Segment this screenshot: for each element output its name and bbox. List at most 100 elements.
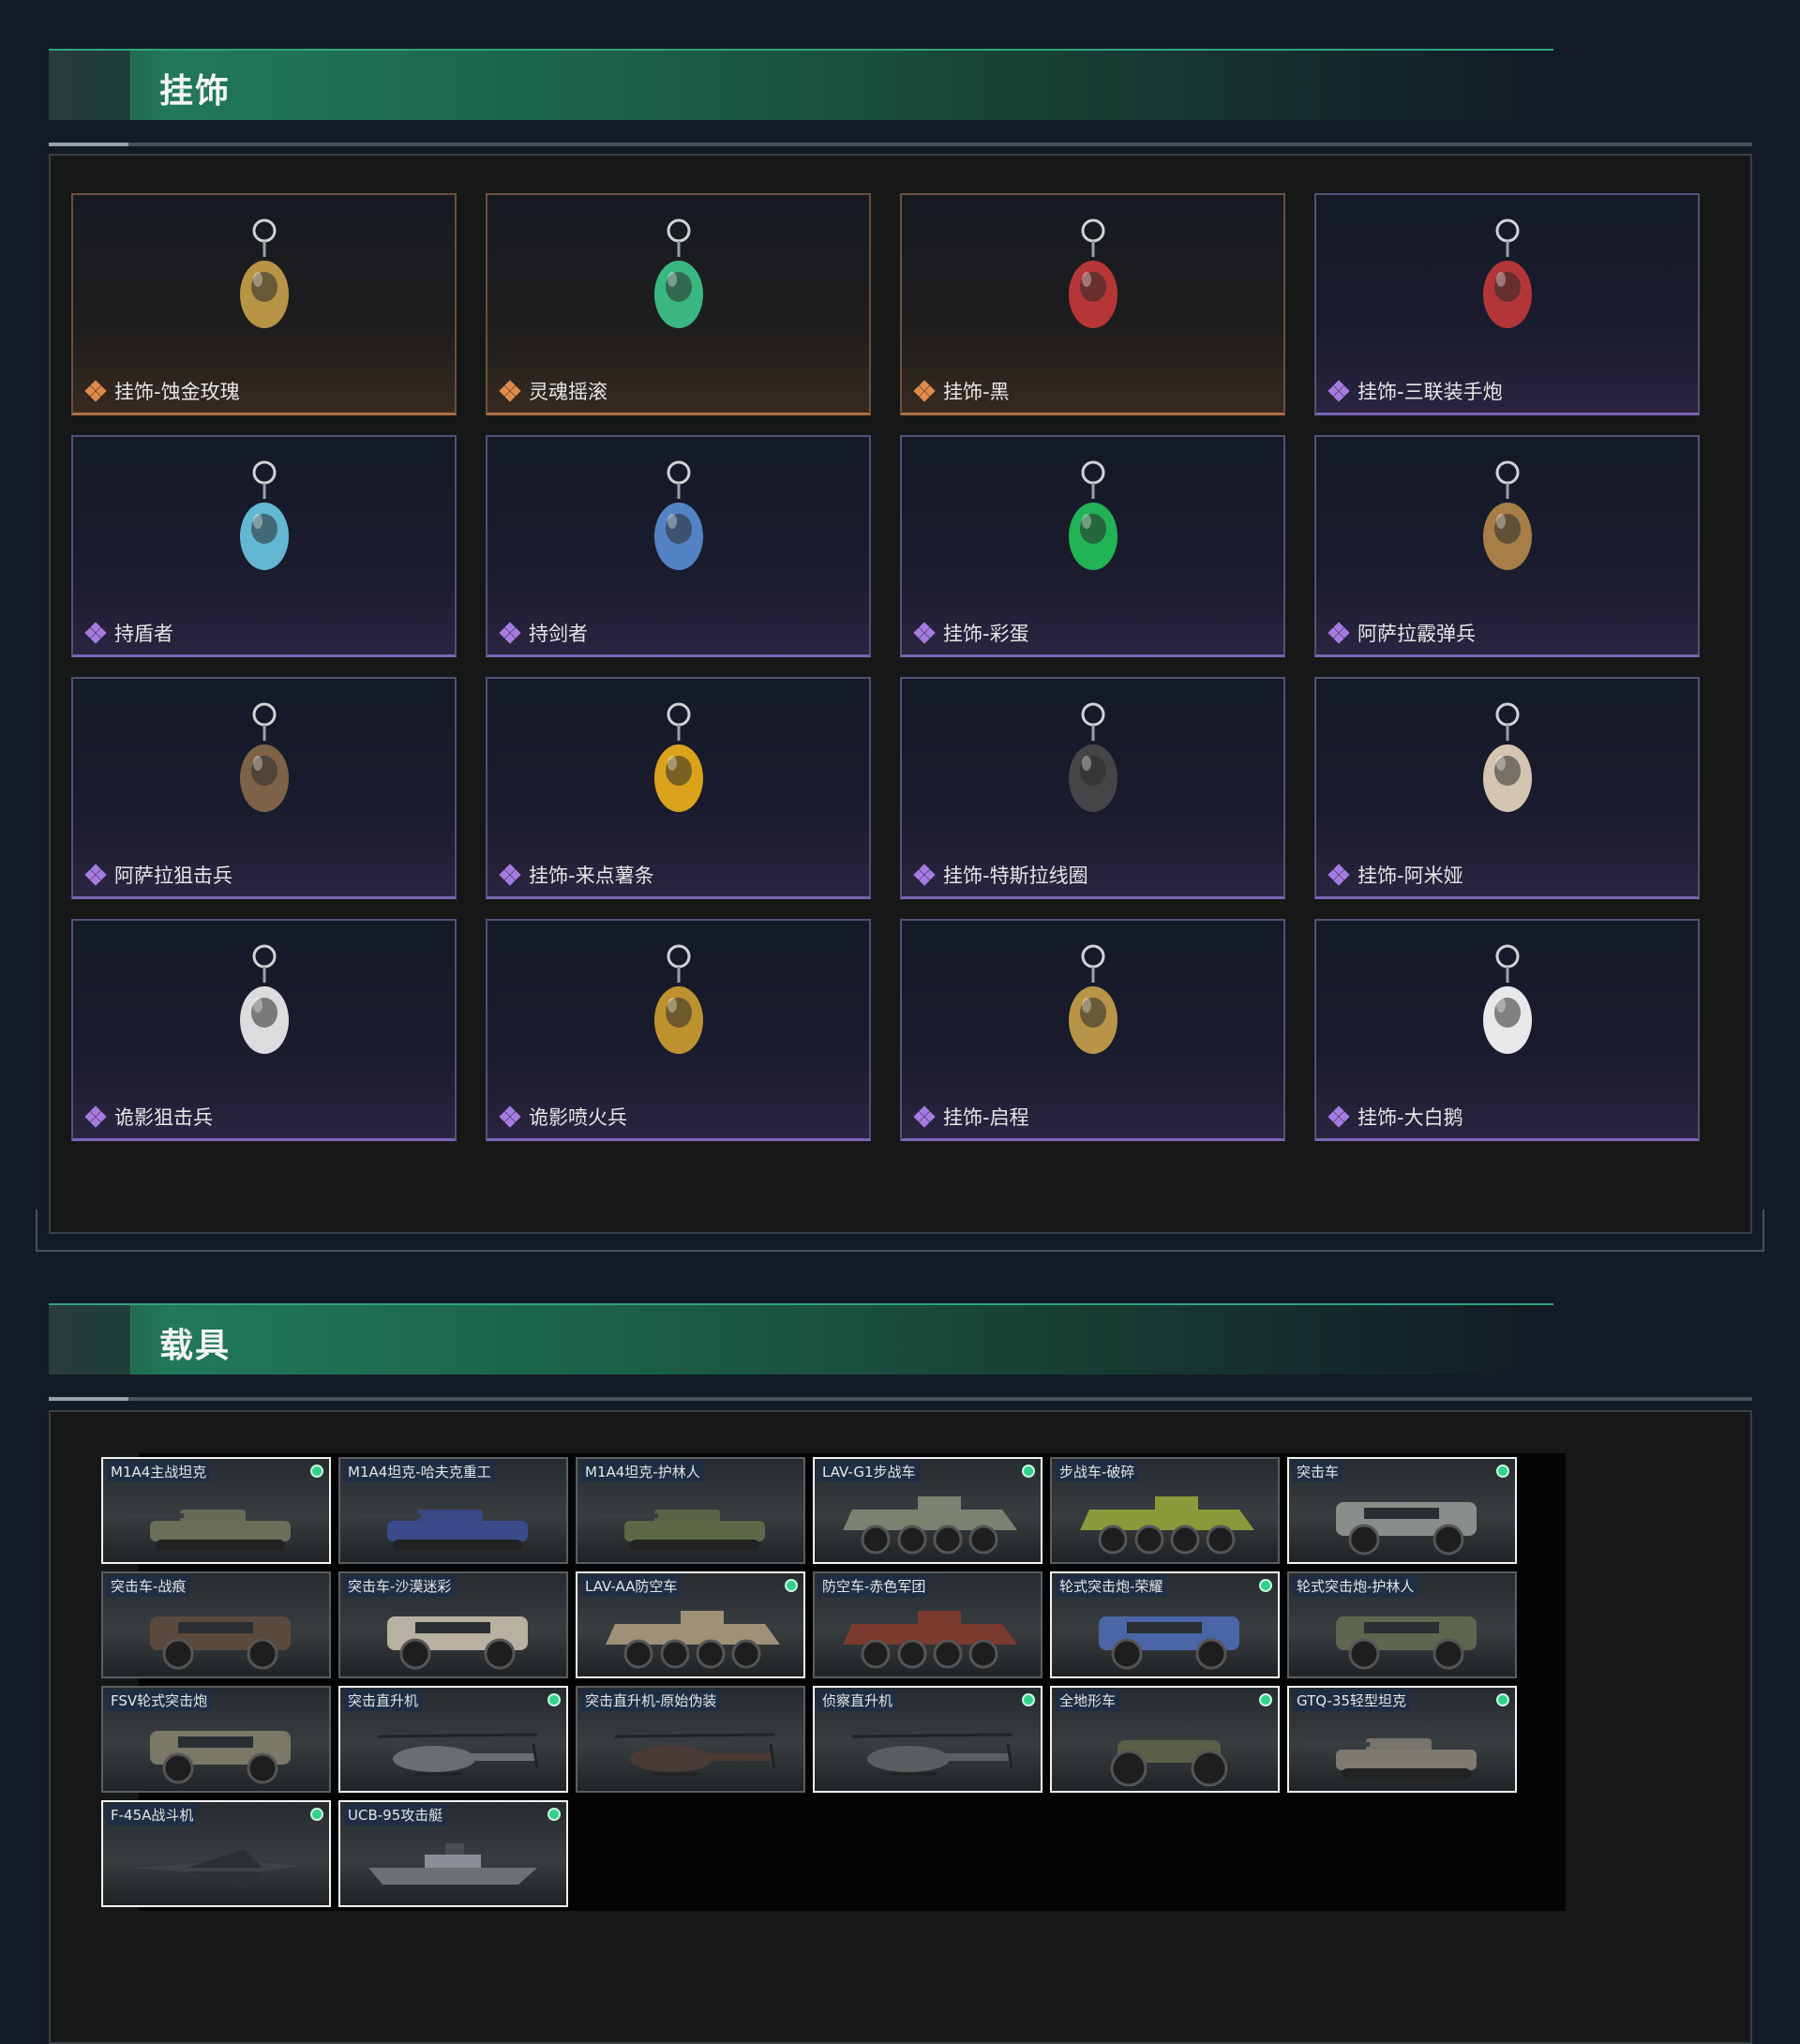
pendant-card[interactable]: 挂饰-三联装手炮 [1314, 193, 1700, 415]
armored-car-icon [1308, 1601, 1500, 1675]
hand-cannon-pendant-icon [1456, 218, 1559, 349]
egg-pendant-icon [1042, 459, 1145, 591]
vehicle-grid: M1A4主战坦克 M1A4坦克-哈夫克重工 M1A4坦克-护林人 LAV-G1步… [101, 1457, 1517, 1907]
vehicle-card[interactable]: 轮式突击炮-荣耀 [1050, 1571, 1280, 1678]
owned-indicator-icon [548, 1693, 561, 1706]
vehicle-name: LAV-AA防空车 [581, 1575, 682, 1597]
sniper-pendant-icon [213, 701, 316, 833]
pendant-card[interactable]: 诡影狙击兵 [71, 919, 457, 1141]
pendant-name: 挂饰-三联装手炮 [1358, 381, 1503, 403]
vehicle-card[interactable]: 侦察直升机 [813, 1686, 1042, 1793]
shotgunner-pendant-icon [1456, 459, 1559, 591]
pendant-card[interactable]: 挂饰-特斯拉线圈 [900, 677, 1285, 899]
pendant-name: 诡影狙击兵 [114, 1106, 213, 1129]
pendant-card[interactable]: 挂饰-阿米娅 [1314, 677, 1700, 899]
helicopter-icon [833, 1716, 1026, 1789]
pendant-card[interactable]: 挂饰-蚀金玫瑰 [71, 193, 457, 415]
pendant-name: 阿萨拉霰弹兵 [1358, 623, 1476, 645]
shadow-sniper-pendant-icon [213, 943, 316, 1075]
pendant-label-row: 持剑者 [499, 619, 588, 647]
vehicle-card[interactable]: 轮式突击炮-护林人 [1287, 1571, 1517, 1678]
apc-icon [1071, 1487, 1263, 1560]
pendant-card[interactable]: 阿萨拉霰弹兵 [1314, 435, 1700, 657]
pendant-card[interactable]: 挂饰-来点薯条 [486, 677, 871, 899]
vehicle-name: GTQ-35轻型坦克 [1293, 1690, 1410, 1711]
vehicle-name: 轮式突击炮-护林人 [1293, 1575, 1418, 1597]
rarity-diamond-icon [1328, 864, 1350, 886]
pendant-label-row: 阿萨拉狙击兵 [84, 861, 232, 889]
vehicle-name: 轮式突击炮-荣耀 [1056, 1575, 1167, 1597]
rarity-diamond-icon [1328, 380, 1350, 402]
rarity-diamond-icon [499, 864, 521, 886]
vehicle-card[interactable]: UCB-95攻击艇 [338, 1800, 568, 1907]
pendant-name: 挂饰-阿米娅 [1358, 864, 1463, 887]
rarity-diamond-icon [499, 622, 521, 644]
vehicle-card[interactable]: 全地形车 [1050, 1686, 1280, 1793]
tank-icon [596, 1487, 788, 1560]
boat-icon [359, 1830, 551, 1903]
guitarist-pendant-icon [627, 218, 730, 349]
pendant-name: 持盾者 [114, 623, 173, 645]
owned-indicator-icon [1496, 1693, 1509, 1706]
vehicle-card[interactable]: F-45A战斗机 [101, 1800, 331, 1907]
jet-icon [122, 1830, 314, 1903]
pendants-section-header: 挂饰 [49, 49, 1553, 120]
pendant-label-row: 诡影喷火兵 [499, 1103, 627, 1131]
pendant-label-row: 阿萨拉霰弹兵 [1328, 619, 1476, 647]
vehicle-card[interactable]: 防空车-赤色军团 [813, 1571, 1042, 1678]
pendant-card[interactable]: 诡影喷火兵 [486, 919, 871, 1141]
pendant-label-row: 挂饰-大白鹅 [1328, 1103, 1463, 1131]
vehicle-card[interactable]: GTQ-35轻型坦克 [1287, 1686, 1517, 1793]
tank-icon [1308, 1716, 1500, 1789]
vehicle-card[interactable]: 突击车-战痕 [101, 1571, 331, 1678]
helicopter-icon [359, 1716, 551, 1789]
pendants-section-title: 挂饰 [159, 72, 232, 111]
vehicle-card[interactable]: 步战车-破碎 [1050, 1457, 1280, 1564]
pendant-name: 挂饰-启程 [943, 1106, 1029, 1129]
header-divider [49, 1397, 1752, 1401]
pendant-name: 灵魂摇滚 [529, 381, 608, 403]
rarity-diamond-icon [913, 1105, 936, 1128]
pendant-card[interactable]: 灵魂摇滚 [486, 193, 871, 415]
owned-indicator-icon [310, 1808, 323, 1821]
vehicle-card[interactable]: 突击车-沙漠迷彩 [338, 1571, 568, 1678]
pendant-card[interactable]: 持盾者 [71, 435, 457, 657]
pendant-label-row: 挂饰-彩蛋 [913, 619, 1029, 647]
vehicle-card[interactable]: LAV-G1步战车 [813, 1457, 1042, 1564]
vehicle-name: 全地形车 [1056, 1690, 1120, 1711]
pendant-name: 持剑者 [529, 623, 588, 645]
armored-car-icon [1071, 1601, 1263, 1675]
vehicle-name: LAV-G1步战车 [818, 1461, 920, 1482]
vehicle-card[interactable]: 突击直升机 [338, 1686, 568, 1793]
fries-pendant-icon [627, 701, 730, 833]
vehicle-card[interactable]: 突击直升机-原始伪装 [576, 1686, 805, 1793]
owned-indicator-icon [1259, 1579, 1272, 1592]
pendant-name: 挂饰-大白鹅 [1358, 1106, 1463, 1129]
armored-car-icon [359, 1601, 551, 1675]
vehicle-card[interactable]: FSV轮式突击炮 [101, 1686, 331, 1793]
pendant-label-row: 诡影狙击兵 [84, 1103, 213, 1131]
goose-pendant-icon [1456, 943, 1559, 1075]
flamethrower-pendant-icon [627, 943, 730, 1075]
vehicle-name: M1A4坦克-护林人 [581, 1461, 704, 1482]
vehicle-name: 突击车-沙漠迷彩 [344, 1575, 456, 1597]
pendant-label-row: 挂饰-特斯拉线圈 [913, 861, 1088, 889]
vehicle-card[interactable]: 突击车 [1287, 1457, 1517, 1564]
vehicle-name: M1A4主战坦克 [107, 1461, 211, 1482]
vehicle-card[interactable]: LAV-AA防空车 [576, 1571, 805, 1678]
pendant-card[interactable]: 挂饰-启程 [900, 919, 1285, 1141]
vehicles-section-header: 载具 [49, 1303, 1553, 1375]
vehicle-name: 突击直升机-原始伪装 [581, 1690, 721, 1711]
pendant-card[interactable]: 挂饰-大白鹅 [1314, 919, 1700, 1141]
vehicle-card[interactable]: M1A4坦克-护林人 [576, 1457, 805, 1564]
pendant-card[interactable]: 挂饰-彩蛋 [900, 435, 1285, 657]
pendant-card[interactable]: 持剑者 [486, 435, 871, 657]
apc-icon [833, 1601, 1026, 1675]
vehicle-card[interactable]: M1A4坦克-哈夫克重工 [338, 1457, 568, 1564]
vehicle-card[interactable]: M1A4主战坦克 [101, 1457, 331, 1564]
black-tag-pendant-icon [1042, 218, 1145, 349]
pendant-card[interactable]: 挂饰-黑 [900, 193, 1285, 415]
pendant-card[interactable]: 阿萨拉狙击兵 [71, 677, 457, 899]
owned-indicator-icon [1496, 1465, 1509, 1478]
pendant-name: 挂饰-特斯拉线圈 [943, 864, 1088, 887]
